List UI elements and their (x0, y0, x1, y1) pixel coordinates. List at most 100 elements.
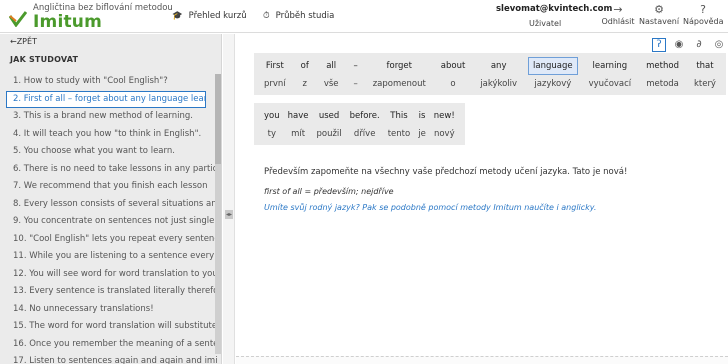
czech-word: použil (316, 129, 342, 139)
czech-word: dříve (353, 129, 376, 139)
settings-label: Nastavení (639, 17, 680, 26)
word-pair[interactable]: all vše (320, 57, 343, 93)
nav-progress-label: Průběh studia (275, 11, 335, 21)
word-pair[interactable]: that který (690, 57, 720, 93)
czech-word: ty (267, 129, 276, 139)
word-pair[interactable]: any jakýkoliv (476, 57, 521, 93)
word-pair[interactable]: method metoda (642, 57, 683, 93)
word-pair[interactable]: is je (414, 107, 430, 143)
english-word[interactable]: before. (346, 107, 384, 125)
lesson-item[interactable]: 9. You concentrate on sentences not just… (6, 213, 218, 231)
lesson-item[interactable]: 6. There is no need to take lessons in a… (6, 161, 218, 179)
ear-icon[interactable]: ʔ (652, 38, 666, 52)
word-pair[interactable]: of z (297, 57, 313, 93)
lesson-item[interactable]: 12. You will see word for word translati… (6, 266, 218, 284)
word-pair[interactable]: you ty (260, 107, 284, 143)
english-word[interactable]: have (284, 107, 313, 125)
lesson-item[interactable]: 10. "Cool English" lets you repeat every… (6, 231, 218, 249)
lesson-item[interactable]: 4. It will teach you how "to think in En… (6, 126, 218, 144)
english-word[interactable]: language (528, 57, 578, 75)
user-email: slevomat@kvintech.com (496, 4, 613, 14)
english-word[interactable]: First (262, 57, 288, 75)
lesson-item[interactable]: 16. Once you remember the meaning of a s… (6, 336, 218, 354)
view-toolbar: ʔ ◉ ∂ ◎ (652, 38, 726, 52)
lesson-item[interactable]: 17. Listen to sentences again and again … (6, 353, 218, 364)
english-word[interactable]: method (642, 57, 683, 75)
sidebar: ←ZPĚT JAK STUDOVAT 1. How to study with … (0, 34, 222, 364)
logo-icon[interactable] (9, 11, 27, 27)
audio-bar (236, 356, 728, 364)
lesson-item[interactable]: 8. Every lesson consists of several situ… (6, 196, 218, 214)
view-icon[interactable]: ◎ (712, 38, 726, 52)
listen-icon[interactable]: ∂ (692, 38, 706, 52)
settings-button[interactable]: ⚙ Nastavení (639, 3, 680, 27)
czech-word: zapomenout (372, 79, 426, 89)
english-word[interactable]: This (386, 107, 411, 125)
arrow-left-icon: ← (10, 37, 17, 46)
czech-word: první (264, 79, 286, 89)
word-pair[interactable]: have mít (284, 107, 313, 143)
lesson-item[interactable]: 13. Every sentence is translated literal… (6, 283, 218, 301)
lesson-item[interactable]: 11. While you are listening to a sentenc… (6, 248, 218, 266)
english-word[interactable]: is (415, 107, 430, 125)
collapse-handle-icon[interactable]: ◂▸ (225, 210, 233, 219)
czech-word: vše (323, 79, 339, 89)
word-pair[interactable]: learning vyučovací (585, 57, 636, 93)
english-word[interactable]: learning (589, 57, 632, 75)
nav-progress-link[interactable]: ⏱ Průběh studia (263, 11, 334, 21)
word-pair[interactable]: This tento (384, 107, 414, 143)
brand-logo-text[interactable]: Imitum (33, 12, 102, 32)
panel-splitter[interactable]: ◂▸ (223, 34, 235, 364)
logout-label: Odhlásit (601, 17, 635, 26)
arrow-right-icon: → (613, 3, 623, 16)
word-pair[interactable]: First první (260, 57, 290, 93)
eye-icon[interactable]: ◉ (672, 38, 686, 52)
word-pair[interactable]: new! nový (430, 107, 459, 143)
user-role: Uživatel (529, 19, 562, 28)
word-translation-row-1: First první of z all vše – – forget zapomenout abo… (254, 53, 726, 95)
czech-word: mít (291, 129, 306, 139)
english-word[interactable]: about (437, 57, 470, 75)
word-pair[interactable]: about o (437, 57, 470, 93)
czech-word: z (302, 79, 307, 89)
lesson-item[interactable]: 5. You choose what you want to learn. (6, 143, 218, 161)
english-word[interactable]: of (297, 57, 313, 75)
english-word[interactable]: you (260, 107, 284, 125)
english-word[interactable]: forget (383, 57, 417, 75)
english-word[interactable]: any (487, 57, 511, 75)
scroll-thumb[interactable] (215, 74, 221, 164)
question-icon: ? (700, 3, 706, 16)
logout-button[interactable]: → Odhlásit (598, 3, 638, 27)
lesson-item[interactable]: 1. How to study with "Cool English"? (6, 73, 218, 91)
help-label: Nápověda (683, 17, 724, 26)
lesson-content: ʔ ◉ ∂ ◎ First první of z all vše – – forget zapom… (236, 34, 728, 364)
word-pair[interactable]: used použil (312, 107, 345, 143)
word-pair[interactable]: forget zapomenout (369, 57, 430, 93)
czech-word: jakýkoliv (480, 79, 518, 89)
czech-word: jazykový (534, 79, 572, 89)
method-tip: Umíte svůj rodný jazyk? Pak se podobně p… (264, 203, 597, 212)
lesson-item[interactable]: 7. We recommend that you finish each les… (6, 178, 218, 196)
header: Angličtina bez biflování metodou Imitum … (0, 0, 728, 33)
english-word[interactable]: all (322, 57, 340, 75)
lesson-item[interactable]: 14. No unnecessary translations! (6, 301, 218, 319)
dashboard-icon: ⏱ (263, 11, 270, 21)
word-pair[interactable]: before. dříve (346, 107, 384, 143)
english-word[interactable]: new! (430, 107, 459, 125)
english-word[interactable]: used (315, 107, 343, 125)
lesson-item[interactable]: 15. The word for word translation will s… (6, 318, 218, 336)
english-word[interactable]: that (692, 57, 717, 75)
word-translation-row-2: you ty have mít used použil before. dříve This te… (254, 103, 465, 145)
czech-word: který (693, 79, 716, 89)
word-pair[interactable]: language jazykový (528, 57, 578, 93)
nav-courses-label: Přehled kurzů (188, 11, 247, 21)
help-button[interactable]: ? Nápověda (683, 3, 724, 27)
nav-courses-link[interactable]: 🎓 Přehled kurzů (172, 11, 247, 21)
gear-icon: ⚙ (654, 3, 664, 16)
word-pair[interactable]: – – (349, 57, 361, 93)
sidebar-scrollbar[interactable] (215, 74, 221, 354)
lesson-item[interactable]: 3. This is a brand new method of learnin… (6, 108, 218, 126)
english-word[interactable]: – (349, 57, 361, 75)
lesson-item[interactable]: 2. First of all – forget about any langu… (6, 90, 206, 108)
back-link[interactable]: ←ZPĚT (10, 37, 37, 46)
